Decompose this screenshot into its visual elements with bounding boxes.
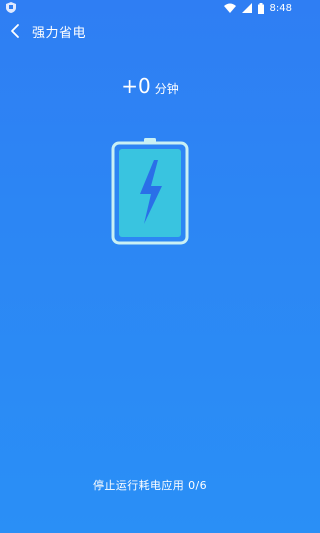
status-bar: 8:48 bbox=[0, 0, 300, 16]
status-time: 8:48 bbox=[269, 2, 292, 14]
gain-value: +0 bbox=[121, 74, 151, 98]
wifi-icon bbox=[223, 3, 236, 13]
page-title: 强力省电 bbox=[32, 26, 87, 41]
gain-unit: 分钟 bbox=[154, 82, 179, 96]
shield-icon bbox=[6, 2, 16, 13]
battery-status-icon bbox=[257, 2, 264, 14]
stop-apps-status: 停止运行耗电应用 0/6 bbox=[93, 479, 207, 492]
battery-lightning-icon bbox=[111, 138, 189, 245]
back-arrow-icon[interactable] bbox=[8, 23, 24, 39]
signal-icon bbox=[241, 3, 252, 13]
app-bar: 强力省电 bbox=[0, 18, 300, 46]
battery-gain-readout: +0 分钟 bbox=[0, 74, 300, 98]
